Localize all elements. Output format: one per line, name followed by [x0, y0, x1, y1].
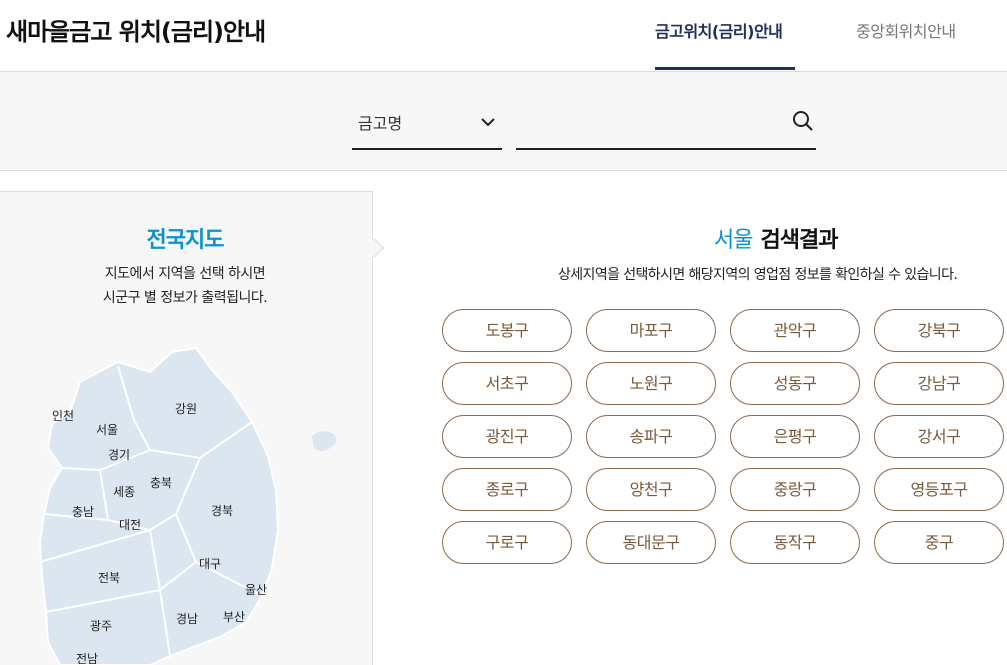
district-button[interactable]: 동대문구: [586, 521, 716, 564]
district-button[interactable]: 은평구: [730, 415, 860, 458]
korea-map: 인천 서울 경기 강원 충북 세종 충남 대전 경북 대구 울산 전북 경남 부…: [38, 346, 337, 665]
district-button[interactable]: 강서구: [874, 415, 1004, 458]
region-jeonbuk[interactable]: 전북: [98, 571, 120, 585]
region-gangwon[interactable]: 강원: [175, 402, 197, 416]
results-city: 서울: [714, 228, 753, 253]
district-button[interactable]: 노원구: [586, 362, 716, 405]
district-button[interactable]: 성동구: [730, 362, 860, 405]
search-input[interactable]: [516, 96, 816, 150]
district-button[interactable]: 중구: [874, 521, 1004, 564]
map-title: 전국지도: [146, 228, 225, 253]
district-button[interactable]: 구로구: [442, 521, 572, 564]
district-button[interactable]: 도봉구: [442, 309, 572, 352]
region-chungbuk[interactable]: 충북: [150, 476, 172, 490]
district-button[interactable]: 양천구: [586, 468, 716, 511]
region-jeonnam[interactable]: 전남: [76, 652, 98, 665]
map-desc-line1: 지도에서 지역을 선택 하시면: [104, 266, 266, 282]
district-button[interactable]: 영등포구: [874, 468, 1004, 511]
chevron-down-icon: [481, 118, 495, 127]
district-button[interactable]: 마포구: [586, 309, 716, 352]
region-chungnam[interactable]: 충남: [72, 505, 94, 519]
results-title: 서울 검색결과: [714, 222, 838, 254]
region-daejeon[interactable]: 대전: [119, 518, 141, 532]
map-island: [312, 431, 337, 451]
district-button[interactable]: 강북구: [874, 309, 1004, 352]
district-button[interactable]: 강남구: [874, 362, 1004, 405]
district-button[interactable]: 동작구: [730, 521, 860, 564]
map-description: 지도에서 지역을 선택 하시면 시군구 별 정보가 출력됩니다.: [0, 262, 370, 310]
tab-branch-location[interactable]: 금고위치(금리)안내: [655, 18, 783, 42]
district-button[interactable]: 관악구: [730, 309, 860, 352]
district-button[interactable]: 중랑구: [730, 468, 860, 511]
district-button[interactable]: 송파구: [586, 415, 716, 458]
search-icon[interactable]: [790, 108, 816, 134]
district-button[interactable]: 서초구: [442, 362, 572, 405]
region-incheon[interactable]: 인천: [52, 408, 74, 423]
search-type-select[interactable]: 금고명: [352, 96, 502, 150]
region-ulsan[interactable]: 울산: [245, 583, 267, 597]
region-gyeongbuk[interactable]: 경북: [211, 504, 233, 518]
active-tab-indicator: [655, 67, 795, 70]
results-title-text: 검색결과: [760, 228, 838, 253]
search-bar: 금고명: [0, 72, 1007, 171]
page-title: 새마을금고 위치(금리)안내: [6, 18, 266, 46]
results-description: 상세지역을 선택하시면 해당지역의 영업점 정보를 확인하실 수 있습니다.: [558, 267, 958, 283]
district-button[interactable]: 종로구: [442, 468, 572, 511]
region-gyeongnam[interactable]: 경남: [176, 612, 198, 626]
map-desc-line2: 시군구 별 정보가 출력됩니다.: [102, 290, 268, 306]
region-busan[interactable]: 부산: [223, 610, 245, 624]
search-type-value: 금고명: [358, 114, 403, 133]
top-header: 새마을금고 위치(금리)안내 금고위치(금리)안내 중앙회위치안내: [0, 0, 1007, 72]
tab-central-office[interactable]: 중앙회위치안내: [856, 18, 956, 42]
region-sejong[interactable]: 세종: [113, 485, 135, 499]
region-gyeonggi[interactable]: 경기: [108, 448, 130, 462]
region-daegu[interactable]: 대구: [199, 557, 221, 571]
district-button[interactable]: 광진구: [442, 415, 572, 458]
region-seoul[interactable]: 서울: [96, 423, 118, 437]
region-gwangju[interactable]: 광주: [90, 619, 112, 633]
